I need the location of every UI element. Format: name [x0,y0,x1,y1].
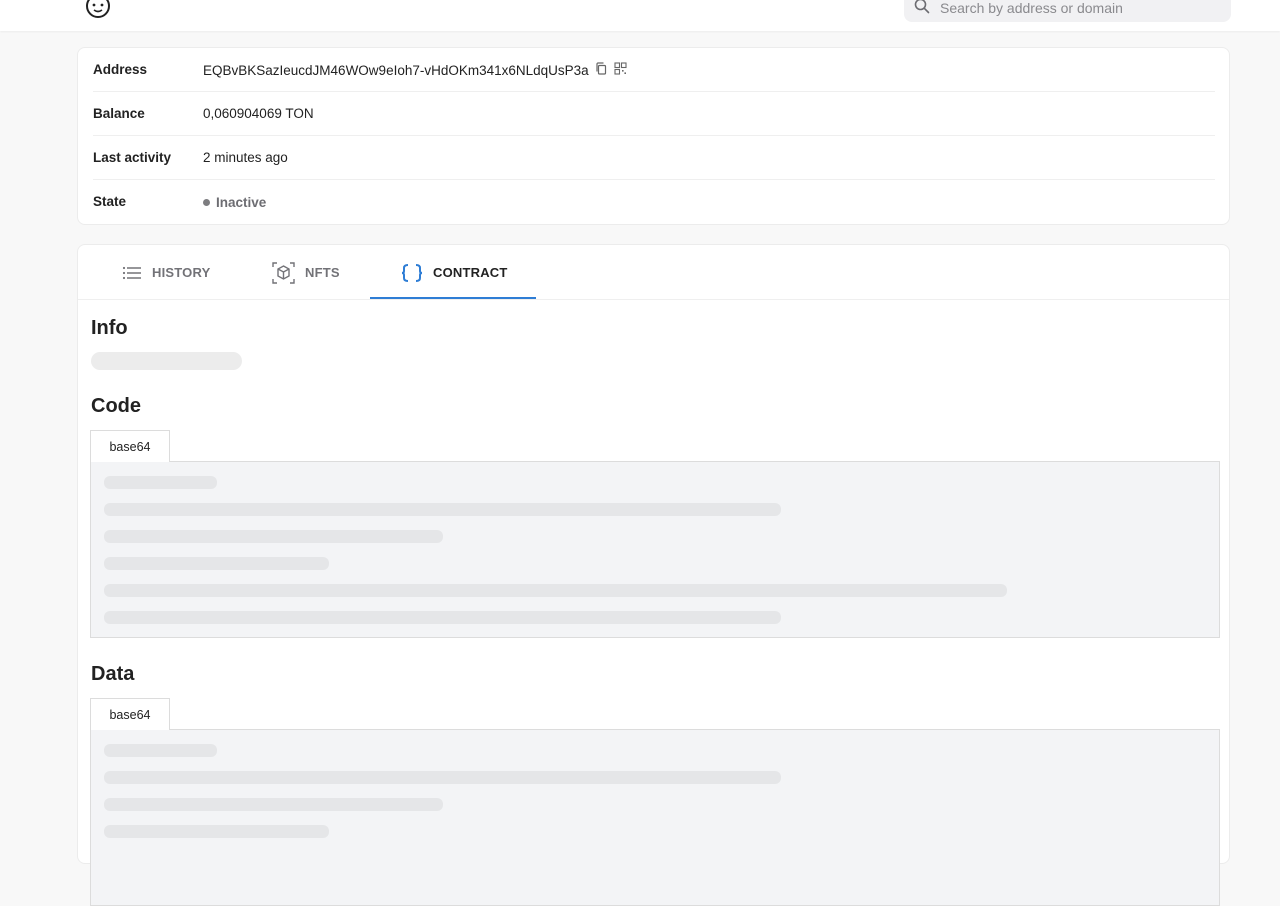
top-bar [0,0,1280,31]
data-loading-line [104,744,217,757]
code-loading-line [104,557,329,570]
address-value-wrap: EQBvBKSazIeucdJM46WOw9eIoh7-vHdOKm341x6N… [203,62,627,78]
last-activity-value: 2 minutes ago [203,150,288,165]
info-loading-placeholder [91,352,242,370]
cube-icon [272,261,295,284]
state-value: Inactive [216,195,267,210]
address-label: Address [93,62,148,77]
state-label: State [93,194,127,209]
code-loading-line [104,584,1007,597]
tab-nfts[interactable]: NFTS [272,245,340,300]
account-details-card: HISTORY NFTS CONTRACT Info Code base64 D… [77,244,1230,906]
ton-explorer-logo-icon[interactable] [84,0,112,18]
last-activity-label: Last activity [93,150,172,165]
data-loading-line [104,771,781,784]
tab-contract[interactable]: CONTRACT [401,245,508,300]
data-content-box [90,729,1220,906]
code-loading-line [104,503,781,516]
balance-row: Balance 0,060904069 TON [93,92,1215,136]
code-loading-line [104,476,217,489]
braces-icon [401,263,423,282]
address-row: Address EQBvBKSazIeucdJM46WOw9eIoh7-vHdO… [93,48,1215,92]
tab-contract-label: CONTRACT [433,265,508,280]
balance-label: Balance [93,106,145,121]
state-value-wrap: Inactive [203,195,266,210]
data-loading-line [104,825,329,838]
account-info-card: Address EQBvBKSazIeucdJM46WOw9eIoh7-vHdO… [77,47,1230,225]
balance-value: 0,060904069 TON [203,106,314,121]
state-indicator-dot [203,199,210,206]
data-loading-line [104,798,443,811]
code-content-box [90,461,1220,638]
qr-code-icon[interactable] [614,62,627,78]
search-bar[interactable] [904,0,1231,22]
code-loading-line [104,611,781,624]
code-section-title: Code [91,395,141,417]
last-activity-row: Last activity 2 minutes ago [93,136,1215,180]
tab-history-label: HISTORY [152,265,211,280]
tab-history[interactable]: HISTORY [122,245,210,300]
copy-icon[interactable] [595,62,608,78]
tab-bar: HISTORY NFTS CONTRACT [78,245,1229,300]
state-row: State Inactive [93,180,1215,224]
code-format-tab[interactable]: base64 [90,430,170,462]
tab-nfts-label: NFTS [305,265,340,280]
search-input[interactable] [940,0,1220,16]
address-value[interactable]: EQBvBKSazIeucdJM46WOw9eIoh7-vHdOKm341x6N… [203,63,589,78]
code-loading-line [104,530,443,543]
search-icon [914,0,930,14]
data-format-tab[interactable]: base64 [90,698,170,730]
active-tab-indicator [370,297,536,299]
data-section-title: Data [91,663,135,685]
info-section-title: Info [91,317,128,339]
list-icon [122,266,141,279]
